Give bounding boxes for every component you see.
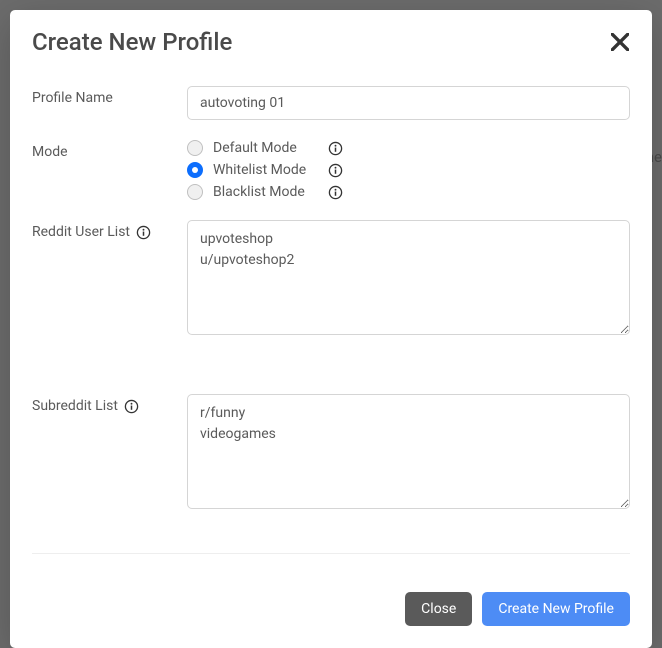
mode-option-default: Default Mode — [187, 140, 630, 156]
radio-blacklist-label: Blacklist Mode — [213, 184, 318, 200]
subreddit-list-row: Subreddit List — [32, 394, 630, 513]
info-icon[interactable] — [328, 163, 343, 178]
profile-name-input[interactable] — [187, 86, 630, 120]
close-icon[interactable] — [610, 32, 630, 52]
subreddit-list-label: Subreddit List — [32, 394, 187, 414]
reddit-user-list-row: Reddit User List — [32, 220, 630, 339]
profile-name-row: Profile Name — [32, 86, 630, 120]
divider — [32, 553, 630, 554]
mode-label: Mode — [32, 140, 187, 160]
radio-whitelist[interactable] — [187, 162, 203, 178]
mode-option-whitelist: Whitelist Mode — [187, 162, 630, 178]
modal-header: Create New Profile — [10, 10, 652, 70]
mode-radio-group: Default Mode Whitelist Mode — [187, 140, 630, 200]
radio-default-label: Default Mode — [213, 140, 318, 156]
profile-name-label: Profile Name — [32, 86, 187, 106]
create-profile-button[interactable]: Create New Profile — [482, 592, 630, 626]
create-profile-modal: Create New Profile Profile Name Mode Def… — [10, 10, 652, 648]
close-button[interactable]: Close — [405, 592, 472, 626]
info-icon[interactable] — [328, 141, 343, 156]
reddit-user-list-textarea[interactable] — [187, 220, 630, 335]
reddit-user-list-label-text: Reddit User List — [32, 224, 130, 240]
radio-blacklist[interactable] — [187, 184, 203, 200]
info-icon[interactable] — [124, 399, 139, 414]
reddit-user-list-label: Reddit User List — [32, 220, 187, 240]
subreddit-list-textarea[interactable] — [187, 394, 630, 509]
mode-row: Mode Default Mode Whitelist Mode — [32, 140, 630, 200]
subreddit-list-label-text: Subreddit List — [32, 398, 118, 414]
radio-whitelist-label: Whitelist Mode — [213, 162, 318, 178]
info-icon[interactable] — [328, 185, 343, 200]
modal-footer: Close Create New Profile — [10, 574, 652, 648]
info-icon[interactable] — [136, 225, 151, 240]
mode-option-blacklist: Blacklist Mode — [187, 184, 630, 200]
modal-body: Profile Name Mode Default Mode — [10, 70, 652, 574]
radio-default[interactable] — [187, 140, 203, 156]
modal-title: Create New Profile — [32, 28, 232, 56]
